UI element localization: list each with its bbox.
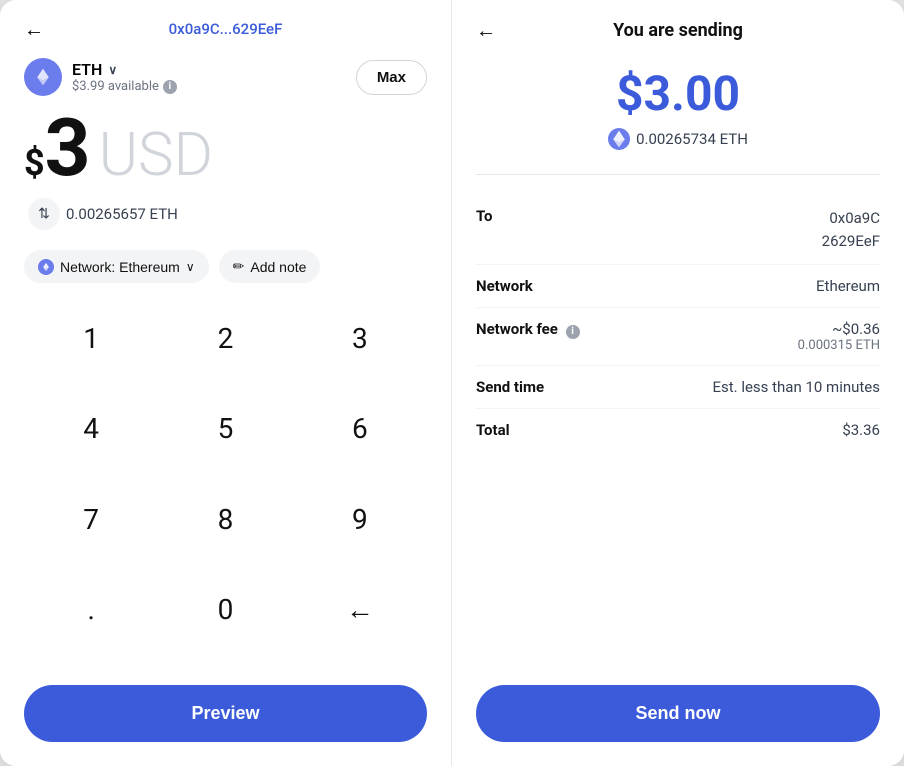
fee-label: Network fee i [476, 320, 580, 339]
total-label: Total [476, 421, 510, 439]
token-name: ETH ∨ [72, 60, 177, 79]
network-icon [38, 259, 54, 275]
max-button[interactable]: Max [356, 60, 427, 95]
send-screen: ← 0x0a9C...629EeF ETH ∨ $3. [0, 0, 452, 766]
send-now-button[interactable]: Send now [476, 685, 880, 742]
fee-row: Network fee i ~$0.36 0.000315 ETH [476, 308, 880, 366]
eth-small-icon [608, 128, 630, 150]
right-header: ← You are sending [476, 20, 880, 41]
add-note-button[interactable]: ✏ Add note [219, 250, 321, 283]
preview-button[interactable]: Preview [24, 685, 427, 742]
key-0[interactable]: 0 [158, 579, 292, 641]
back-button[interactable]: ← [24, 17, 44, 42]
wallet-address: 0x0a9C...629EeF [169, 20, 283, 38]
total-row: Total $3.36 [476, 409, 880, 451]
detail-section: To 0x0a9C 2629EeF Network Ethereum Netwo… [476, 195, 880, 685]
send-time-value: Est. less than 10 minutes [712, 378, 880, 396]
confirm-screen: ← You are sending $3.00 0.00265734 ETH T… [452, 0, 904, 766]
divider [476, 174, 880, 175]
amount-display: $ 3 USD [24, 108, 427, 190]
eth-icon [24, 58, 62, 96]
token-available: $3.99 available i [72, 79, 177, 94]
numpad: 1 2 3 4 5 6 7 8 9 . 0 ← [24, 307, 427, 669]
key-9[interactable]: 9 [293, 488, 427, 550]
fee-info-icon[interactable]: i [566, 325, 580, 339]
screen-title: You are sending [613, 20, 743, 41]
key-backspace[interactable]: ← [293, 579, 427, 641]
send-time-row: Send time Est. less than 10 minutes [476, 366, 880, 409]
token-selector[interactable]: ETH ∨ $3.99 available i [24, 58, 177, 96]
token-details: ETH ∨ $3.99 available i [72, 60, 177, 94]
key-1[interactable]: 1 [24, 307, 158, 369]
key-5[interactable]: 5 [158, 398, 292, 460]
send-time-label: Send time [476, 378, 544, 396]
fee-usd-value: ~$0.36 [798, 320, 880, 338]
network-row-value: Ethereum [816, 277, 880, 295]
total-value: $3.36 [842, 421, 880, 439]
add-note-label: Add note [250, 259, 306, 275]
info-icon[interactable]: i [163, 80, 177, 94]
send-amount-eth-row: 0.00265734 ETH [476, 128, 880, 150]
network-chevron-icon: ∨ [186, 260, 195, 274]
to-label: To [476, 207, 493, 225]
amount-number: 3 [45, 108, 91, 188]
key-6[interactable]: 6 [293, 398, 427, 460]
options-row: Network: Ethereum ∨ ✏ Add note [24, 250, 427, 283]
fee-value-group: ~$0.36 0.000315 ETH [798, 320, 880, 353]
fee-eth-value: 0.000315 ETH [798, 338, 880, 353]
to-row: To 0x0a9C 2629EeF [476, 195, 880, 265]
dollar-sign: $ [24, 142, 45, 184]
token-row: ETH ∨ $3.99 available i Max [24, 58, 427, 96]
eth-equivalent-row: ⇅ 0.00265657 ETH [28, 198, 427, 230]
amount-currency: USD [99, 119, 213, 190]
key-2[interactable]: 2 [158, 307, 292, 369]
left-header: ← 0x0a9C...629EeF [24, 20, 427, 38]
key-4[interactable]: 4 [24, 398, 158, 460]
swap-currency-button[interactable]: ⇅ [28, 198, 60, 230]
key-3[interactable]: 3 [293, 307, 427, 369]
eth-equivalent-text: 0.00265657 ETH [66, 205, 178, 223]
to-address: 0x0a9C 2629EeF [822, 207, 880, 252]
pencil-icon: ✏ [233, 258, 245, 275]
network-label: Network: Ethereum [60, 259, 180, 275]
network-row: Network Ethereum [476, 265, 880, 308]
send-amount-eth-text: 0.00265734 ETH [636, 130, 748, 148]
send-amount-usd: $3.00 [476, 65, 880, 122]
network-row-label: Network [476, 277, 533, 295]
key-7[interactable]: 7 [24, 488, 158, 550]
key-dot[interactable]: . [24, 579, 158, 641]
key-8[interactable]: 8 [158, 488, 292, 550]
network-selector[interactable]: Network: Ethereum ∨ [24, 250, 209, 283]
right-back-button[interactable]: ← [476, 18, 496, 43]
token-chevron: ∨ [108, 63, 117, 77]
